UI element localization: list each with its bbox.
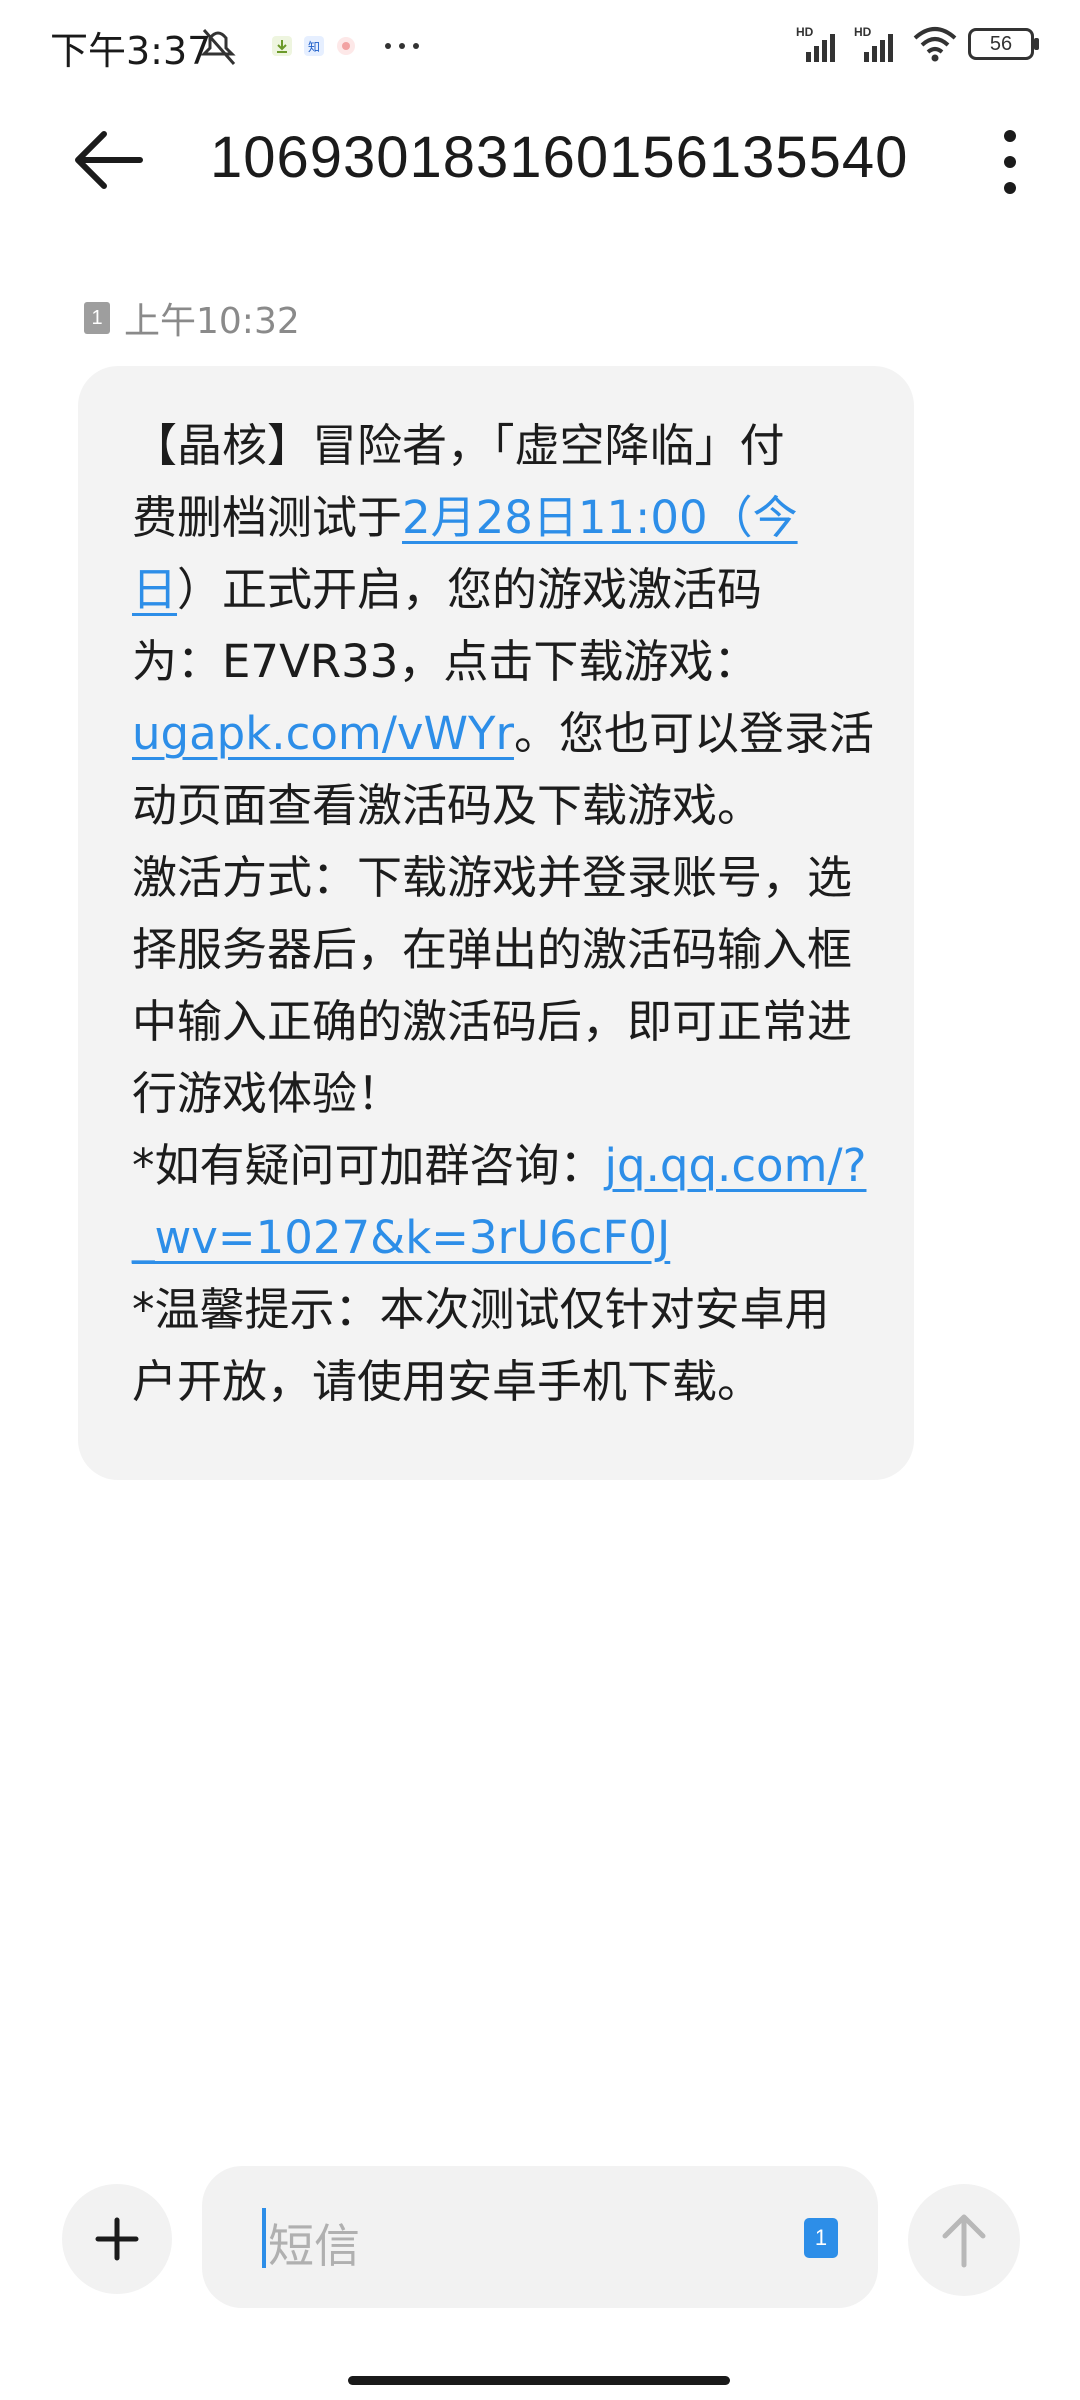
message-text: 行游戏体验！	[132, 1067, 403, 1120]
message-line: *如有疑问可加群咨询：jq.qq.com/?	[132, 1130, 872, 1202]
message-line: 激活方式：下载游戏并登录账号，选	[132, 842, 872, 914]
plus-icon	[95, 2217, 139, 2261]
message-input-placeholder: 短信	[268, 2219, 360, 2273]
arrow-up-icon	[942, 2214, 986, 2268]
message-line: 中输入正确的激活码后，即可正常进	[132, 986, 872, 1058]
message-link[interactable]: jq.qq.com/?	[605, 1139, 867, 1192]
status-bar: 下午3:37 知 HD HD 56	[0, 0, 1080, 95]
message-line: 日）正式开启，您的游戏激活码	[132, 554, 872, 626]
message-line: 动页面查看激活码及下载游戏。	[132, 770, 872, 842]
message-meta: 1 上午10:32	[84, 292, 300, 344]
signal-icon-2: HD	[854, 25, 893, 62]
message-line: ugapk.com/vWYr。您也可以登录活	[132, 698, 874, 770]
message-line: 为：E7VR33，点击下载游戏：	[132, 626, 872, 698]
message-line: 择服务器后，在弹出的激活码输入框	[132, 914, 872, 986]
home-indicator[interactable]	[348, 2376, 730, 2385]
message-text: 【晶核】冒险者，「虚空降临」付	[132, 419, 785, 472]
message-text: ）正式开启，您的游戏激活码	[177, 563, 763, 616]
status-right: HD HD 56	[796, 18, 1039, 70]
signal-icon: HD	[796, 25, 835, 62]
message-line: 【晶核】冒险者，「虚空降临」付	[132, 410, 872, 482]
back-arrow-icon[interactable]	[70, 128, 146, 192]
battery-level: 56	[989, 32, 1013, 55]
message-text: 中输入正确的激活码后，即可正常进	[132, 995, 853, 1048]
more-notifications-icon	[385, 43, 419, 49]
message-timestamp: 上午10:32	[124, 301, 300, 342]
message-input[interactable]: 短信 1	[202, 2166, 878, 2308]
sim-slot-number: 1	[91, 306, 103, 329]
wifi-icon	[913, 27, 957, 62]
app-notification-icon	[337, 37, 355, 55]
message-link[interactable]: 日	[132, 563, 177, 616]
message-text: 择服务器后，在弹出的激活码输入框	[132, 923, 853, 976]
sim-select-icon[interactable]: 1	[804, 2218, 838, 2258]
conversation-header: 106930183160156135540	[0, 100, 1080, 220]
text-caret	[262, 2208, 266, 2268]
message-link[interactable]: ugapk.com/vWYr	[132, 707, 514, 760]
message-line: 费删档测试于2月28日11:00（今	[132, 482, 872, 554]
message-line: 行游戏体验！	[132, 1058, 872, 1130]
svg-text:HD: HD	[854, 25, 872, 39]
message-text: 激活方式：下载游戏并登录账号，选	[132, 851, 853, 904]
sim-card-icon: 1	[84, 302, 110, 334]
send-button[interactable]	[908, 2184, 1020, 2296]
message-text: 户开放，请使用安卓手机下载。	[132, 1355, 763, 1408]
message-text: *如有疑问可加群咨询：	[132, 1139, 605, 1192]
message-line: *温馨提示：本次测试仅针对安卓用	[132, 1274, 872, 1346]
message-text: 。您也可以登录活	[513, 707, 874, 760]
message-line: 户开放，请使用安卓手机下载。	[132, 1346, 872, 1418]
add-attachment-button[interactable]	[62, 2184, 172, 2294]
message-link[interactable]: 2月28日11:00（今	[402, 491, 798, 544]
message-text: 为：E7VR33，点击下载游戏：	[132, 635, 759, 688]
message-link[interactable]: _wv=1027&k=3rU6cF0J	[132, 1211, 670, 1264]
svg-text:HD: HD	[796, 25, 814, 39]
zhihu-icon: 知	[304, 36, 324, 56]
message-text: 费删档测试于	[132, 491, 403, 544]
svg-text:知: 知	[308, 40, 320, 54]
message-line: _wv=1027&k=3rU6cF0J	[132, 1202, 872, 1274]
status-time: 下午3:37	[50, 29, 212, 73]
sim-select-number: 1	[814, 2225, 828, 2250]
conversation-title: 106930183160156135540	[210, 125, 909, 190]
battery-icon: 56	[968, 28, 1039, 60]
more-vertical-icon[interactable]	[990, 126, 1030, 198]
message-body: 【晶核】冒险者，「虚空降临」付 费删档测试于2月28日11:00（今 日）正式开启，…	[132, 410, 874, 1418]
message-text: *温馨提示：本次测试仅针对安卓用	[132, 1283, 830, 1336]
mute-icon	[200, 29, 236, 65]
download-icon	[272, 36, 292, 56]
message-text: 动页面查看激活码及下载游戏。	[132, 779, 763, 832]
notification-icons: 知	[200, 29, 419, 65]
